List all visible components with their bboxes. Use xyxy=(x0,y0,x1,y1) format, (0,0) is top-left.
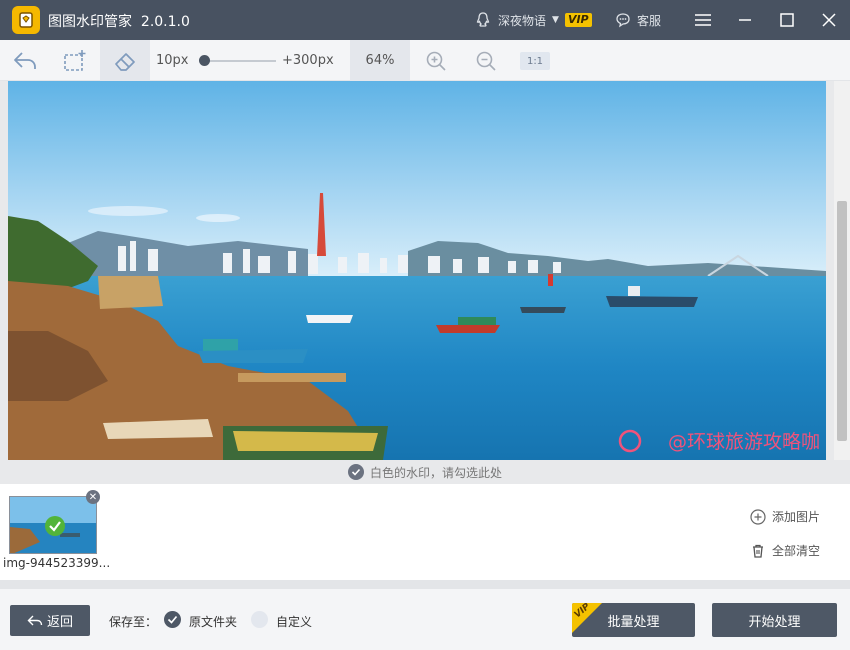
undo-icon xyxy=(14,51,36,69)
zoom-level: 64% xyxy=(350,40,410,81)
select-rect-tool[interactable] xyxy=(50,40,100,81)
app-logo-icon xyxy=(12,6,40,34)
service-label: 客服 xyxy=(637,13,662,28)
minimize-icon xyxy=(739,19,751,21)
close-icon xyxy=(822,13,836,27)
close-icon: ✕ xyxy=(88,491,98,503)
brush-max-label: +300px xyxy=(282,53,334,68)
thumbnail-image xyxy=(10,497,96,553)
rectangle-select-icon xyxy=(64,49,86,71)
user-menu[interactable]: 深夜物语 ▼ VIP xyxy=(474,11,592,29)
back-label: 返回 xyxy=(46,615,73,630)
custom-folder-label[interactable]: 自定义 xyxy=(276,613,312,630)
qq-icon xyxy=(476,12,490,27)
chat-bubble-icon xyxy=(616,13,630,28)
caret-down-icon: ▼ xyxy=(552,15,559,25)
username: 深夜物语 xyxy=(498,13,547,28)
trash-icon xyxy=(753,544,763,558)
save-custom-radio[interactable] xyxy=(251,611,268,628)
undo-button[interactable] xyxy=(0,40,50,81)
hamburger-icon xyxy=(695,14,711,26)
maximize-icon xyxy=(780,13,794,27)
bottom-bar: 返回 保存至： 原文件夹 自定义 VIP 批量处理 开始处理 xyxy=(0,589,850,650)
zoom-in-button[interactable] xyxy=(420,40,452,81)
back-arrow-icon xyxy=(27,615,43,625)
save-original-folder-radio[interactable] xyxy=(164,611,181,628)
actual-size-button[interactable]: 1:1 xyxy=(520,52,550,70)
minimize-button[interactable] xyxy=(733,8,757,32)
zoom-out-button[interactable] xyxy=(470,40,502,81)
app-version: 2.0.1.0 xyxy=(140,14,190,30)
vip-badge: VIP xyxy=(564,13,592,27)
app-name: 图图水印管家 xyxy=(48,14,132,30)
title-bar: 图图水印管家 2.0.1.0 深夜物语 ▼ VIP 客服 xyxy=(0,0,850,40)
app-title: 图图水印管家 2.0.1.0 xyxy=(48,11,190,31)
thumbnail-strip: ✕ img-944523399... 添加图片 全部清空 xyxy=(0,484,850,580)
start-process-button[interactable]: 开始处理 xyxy=(712,603,837,637)
clear-all-label: 全部清空 xyxy=(772,544,821,558)
zoom-out-icon xyxy=(476,51,496,71)
original-folder-label[interactable]: 原文件夹 xyxy=(189,613,237,630)
back-button[interactable]: 返回 xyxy=(10,605,90,636)
batch-process-label: 批量处理 xyxy=(607,614,660,630)
brush-size-handle[interactable] xyxy=(199,55,210,66)
clear-all-button[interactable]: 全部清空 xyxy=(750,542,820,559)
thumbnail-item[interactable] xyxy=(9,496,97,554)
white-watermark-toggle[interactable]: 白色的水印，请勾选此处 xyxy=(0,460,850,484)
seaside-photo: @环球旅游攻略咖 xyxy=(8,81,826,460)
vertical-scrollbar[interactable] xyxy=(834,81,850,460)
check-icon xyxy=(167,615,178,624)
thumbnail-filename: img-944523399... xyxy=(3,556,111,570)
check-circle-icon[interactable] xyxy=(347,464,364,480)
eraser-icon xyxy=(115,52,135,71)
add-image-label: 添加图片 xyxy=(772,510,821,524)
white-watermark-hint: 白色的水印，请勾选此处 xyxy=(369,465,502,480)
scrollbar-thumb[interactable] xyxy=(837,201,847,441)
batch-process-button[interactable]: VIP 批量处理 xyxy=(572,603,695,637)
zoom-in-icon xyxy=(426,51,446,71)
add-image-button[interactable]: 添加图片 xyxy=(750,508,820,525)
eraser-tool[interactable] xyxy=(100,40,150,81)
start-process-label: 开始处理 xyxy=(748,614,801,630)
menu-button[interactable] xyxy=(691,8,715,32)
image-canvas[interactable]: @环球旅游攻略咖 xyxy=(0,81,850,460)
plus-circle-icon xyxy=(750,508,766,525)
remove-thumbnail-button[interactable]: ✕ xyxy=(86,490,100,504)
watermark-text: @环球旅游攻略咖 xyxy=(668,431,820,453)
brush-min-label: 10px xyxy=(156,53,189,68)
preview-image[interactable]: @环球旅游攻略咖 xyxy=(8,81,826,460)
divider xyxy=(0,580,850,589)
brush-size-slider[interactable] xyxy=(204,60,276,62)
save-to-label: 保存至： xyxy=(109,615,158,629)
maximize-button[interactable] xyxy=(775,8,799,32)
customer-service-button[interactable]: 客服 xyxy=(614,11,661,29)
close-window-button[interactable] xyxy=(817,8,841,32)
toolbar: 10px +300px 64% 1:1 xyxy=(0,40,850,81)
